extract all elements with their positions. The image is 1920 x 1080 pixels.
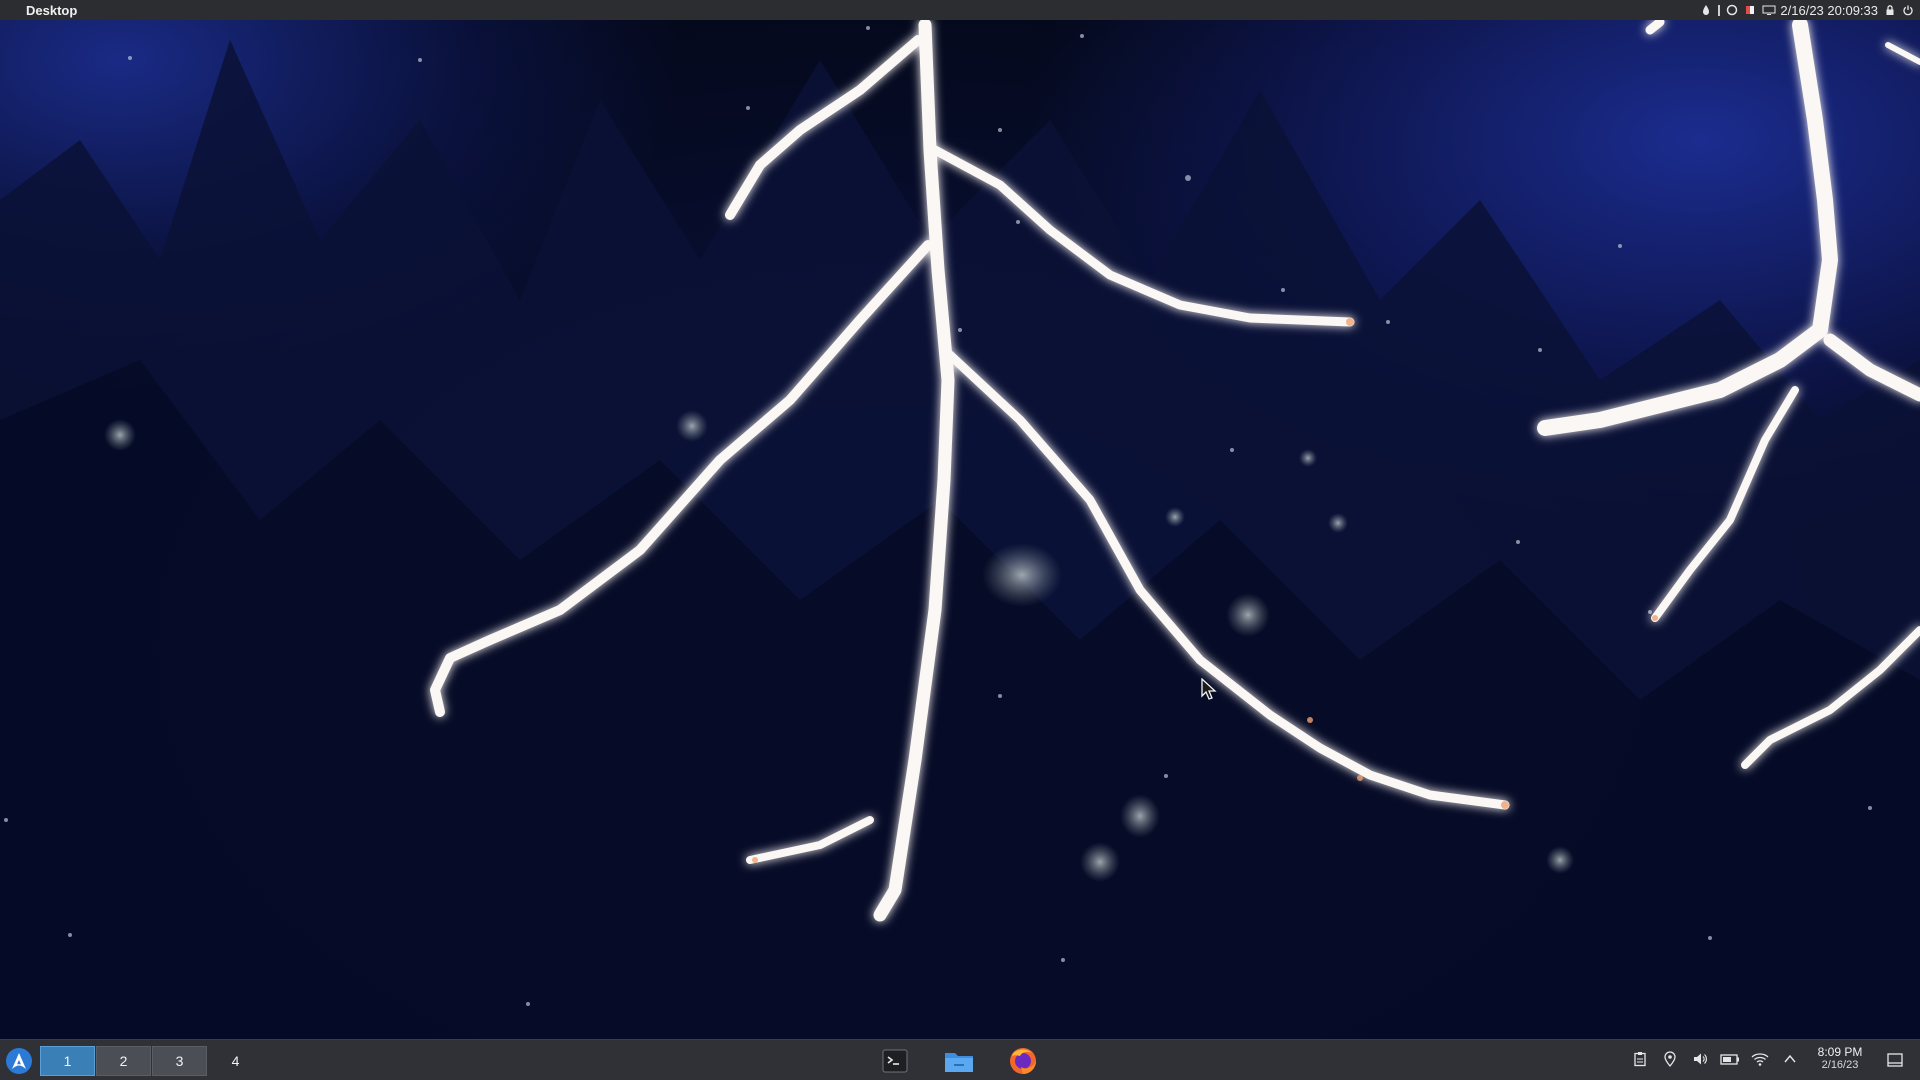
monitor-icon <box>1762 4 1776 16</box>
clock-date: 2/16/23 <box>1821 1059 1859 1071</box>
desktop-2-button[interactable]: 2 <box>96 1046 151 1076</box>
task-manager <box>878 1044 1040 1078</box>
lock-icon[interactable] <box>1884 4 1896 16</box>
separator-icon <box>1718 4 1721 16</box>
clipboard-icon[interactable] <box>1630 1049 1650 1069</box>
file-manager-icon <box>945 1053 973 1072</box>
wifi-icon[interactable] <box>1750 1049 1770 1069</box>
file-manager-task[interactable] <box>942 1044 976 1078</box>
desktop-4-label: 4 <box>231 1053 240 1069</box>
battery-icon[interactable] <box>1720 1049 1740 1069</box>
mouse-cursor-icon <box>1201 677 1217 705</box>
arch-logo-icon <box>12 1053 26 1069</box>
desktop-4-button[interactable]: 4 <box>208 1046 263 1076</box>
top-panel-status-area: 2/16/23 20:09:33 <box>1700 0 1914 20</box>
chevron-up-icon[interactable] <box>1780 1049 1800 1069</box>
droplet-icon <box>1700 4 1712 16</box>
firefox-task[interactable] <box>1006 1044 1040 1078</box>
panel-datetime: 2/16/23 20:09:33 <box>1780 2 1878 18</box>
power-icon[interactable] <box>1902 4 1914 16</box>
frosted-branches-image <box>0 17 1920 1080</box>
location-icon[interactable] <box>1660 1049 1680 1069</box>
taskbar: 1 2 3 4 8:09 PM 2/16/23 <box>0 1039 1920 1080</box>
terminal-icon <box>882 1049 908 1073</box>
clock-time: 8:09 PM <box>1817 1045 1863 1059</box>
desktop-1-label: 1 <box>63 1053 72 1069</box>
window-title: Desktop <box>26 2 78 18</box>
desktop-3-label: 3 <box>175 1053 184 1069</box>
show-desktop-icon <box>1887 1053 1903 1067</box>
desktop-2-label: 2 <box>119 1053 128 1069</box>
show-desktop-button[interactable] <box>1885 1050 1905 1070</box>
system-tray <box>1630 1049 1800 1069</box>
desktop-3-button[interactable]: 3 <box>152 1046 207 1076</box>
digital-clock[interactable]: 8:09 PM 2/16/23 <box>1806 1046 1874 1072</box>
virtual-desktop-pager: 1 2 3 4 <box>40 1046 263 1076</box>
circle-icon <box>1726 4 1738 16</box>
desktop-wallpaper <box>0 0 1920 1080</box>
desktop-1-button[interactable]: 1 <box>40 1046 95 1076</box>
volume-icon[interactable] <box>1690 1049 1710 1069</box>
app-launcher-button[interactable] <box>6 1048 32 1074</box>
terminal-task[interactable] <box>878 1044 912 1078</box>
top-panel: Desktop 2/16/23 20:09:33 <box>0 0 1920 20</box>
firefox-icon <box>1010 1048 1036 1074</box>
flag-icon <box>1744 4 1756 16</box>
